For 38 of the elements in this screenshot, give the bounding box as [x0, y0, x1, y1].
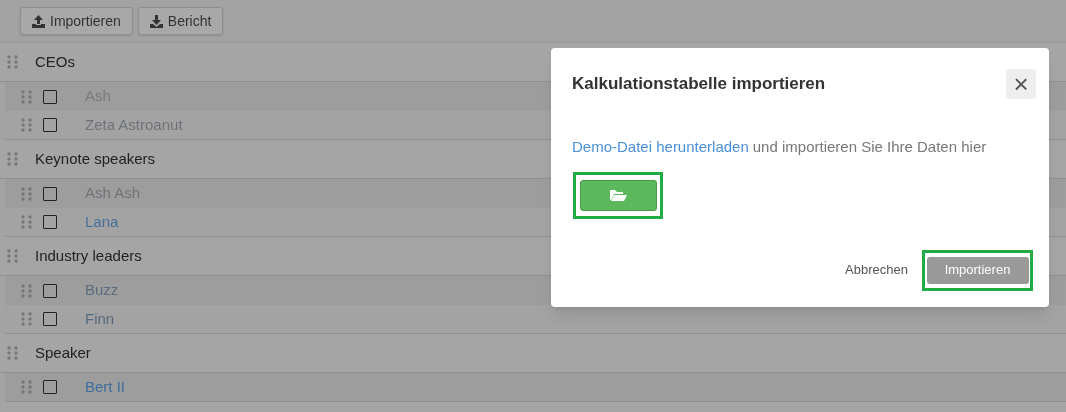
group-title: Speaker [35, 342, 91, 363]
checkbox[interactable] [43, 215, 57, 229]
member-name[interactable]: Bert II [85, 375, 125, 399]
drag-handle-icon [21, 186, 33, 201]
checkbox[interactable] [43, 89, 57, 104]
drag-handle-icon [21, 215, 33, 229]
checkbox[interactable] [43, 380, 57, 394]
drag-handle-icon [21, 89, 33, 104]
group-title: Keynote speakers [35, 148, 156, 169]
folder-icon [609, 188, 627, 202]
drag-handle-icon [7, 152, 19, 166]
group-title: Industry leaders [35, 245, 142, 266]
drag-handle-icon [21, 118, 33, 132]
report-button[interactable]: Bericht [137, 7, 224, 35]
import-button[interactable]: Importieren [20, 7, 133, 35]
file-button[interactable] [579, 179, 657, 211]
drag-handle-icon [7, 346, 19, 360]
checkbox[interactable] [43, 312, 57, 326]
cancel-button[interactable]: Abbrechen [845, 260, 908, 280]
member-name[interactable]: Buzz [85, 279, 119, 302]
checkbox[interactable] [43, 118, 57, 132]
download-icon [149, 14, 163, 28]
group-title: CEOs [35, 51, 75, 72]
close-button[interactable]: × [1006, 69, 1036, 99]
import-button[interactable]: Importieren [926, 256, 1029, 284]
dialog-text: und importieren Sie Ihre Daten hier [752, 137, 987, 157]
member-name[interactable]: Finn [85, 307, 115, 331]
drag-handle-icon [21, 312, 33, 326]
drag-handle-icon [7, 249, 19, 263]
drag-handle-icon [21, 380, 33, 394]
member-name[interactable]: Lana [85, 210, 119, 234]
upload-icon [32, 14, 45, 28]
checkbox[interactable] [43, 186, 57, 201]
drag-handle-icon [7, 55, 19, 69]
drag-handle-icon [21, 283, 33, 298]
download-link[interactable]: Demo-Datei herunterladen [572, 136, 749, 159]
checkbox[interactable] [43, 283, 57, 298]
dialog-title: Kalkulationstabelle importieren [572, 73, 826, 96]
